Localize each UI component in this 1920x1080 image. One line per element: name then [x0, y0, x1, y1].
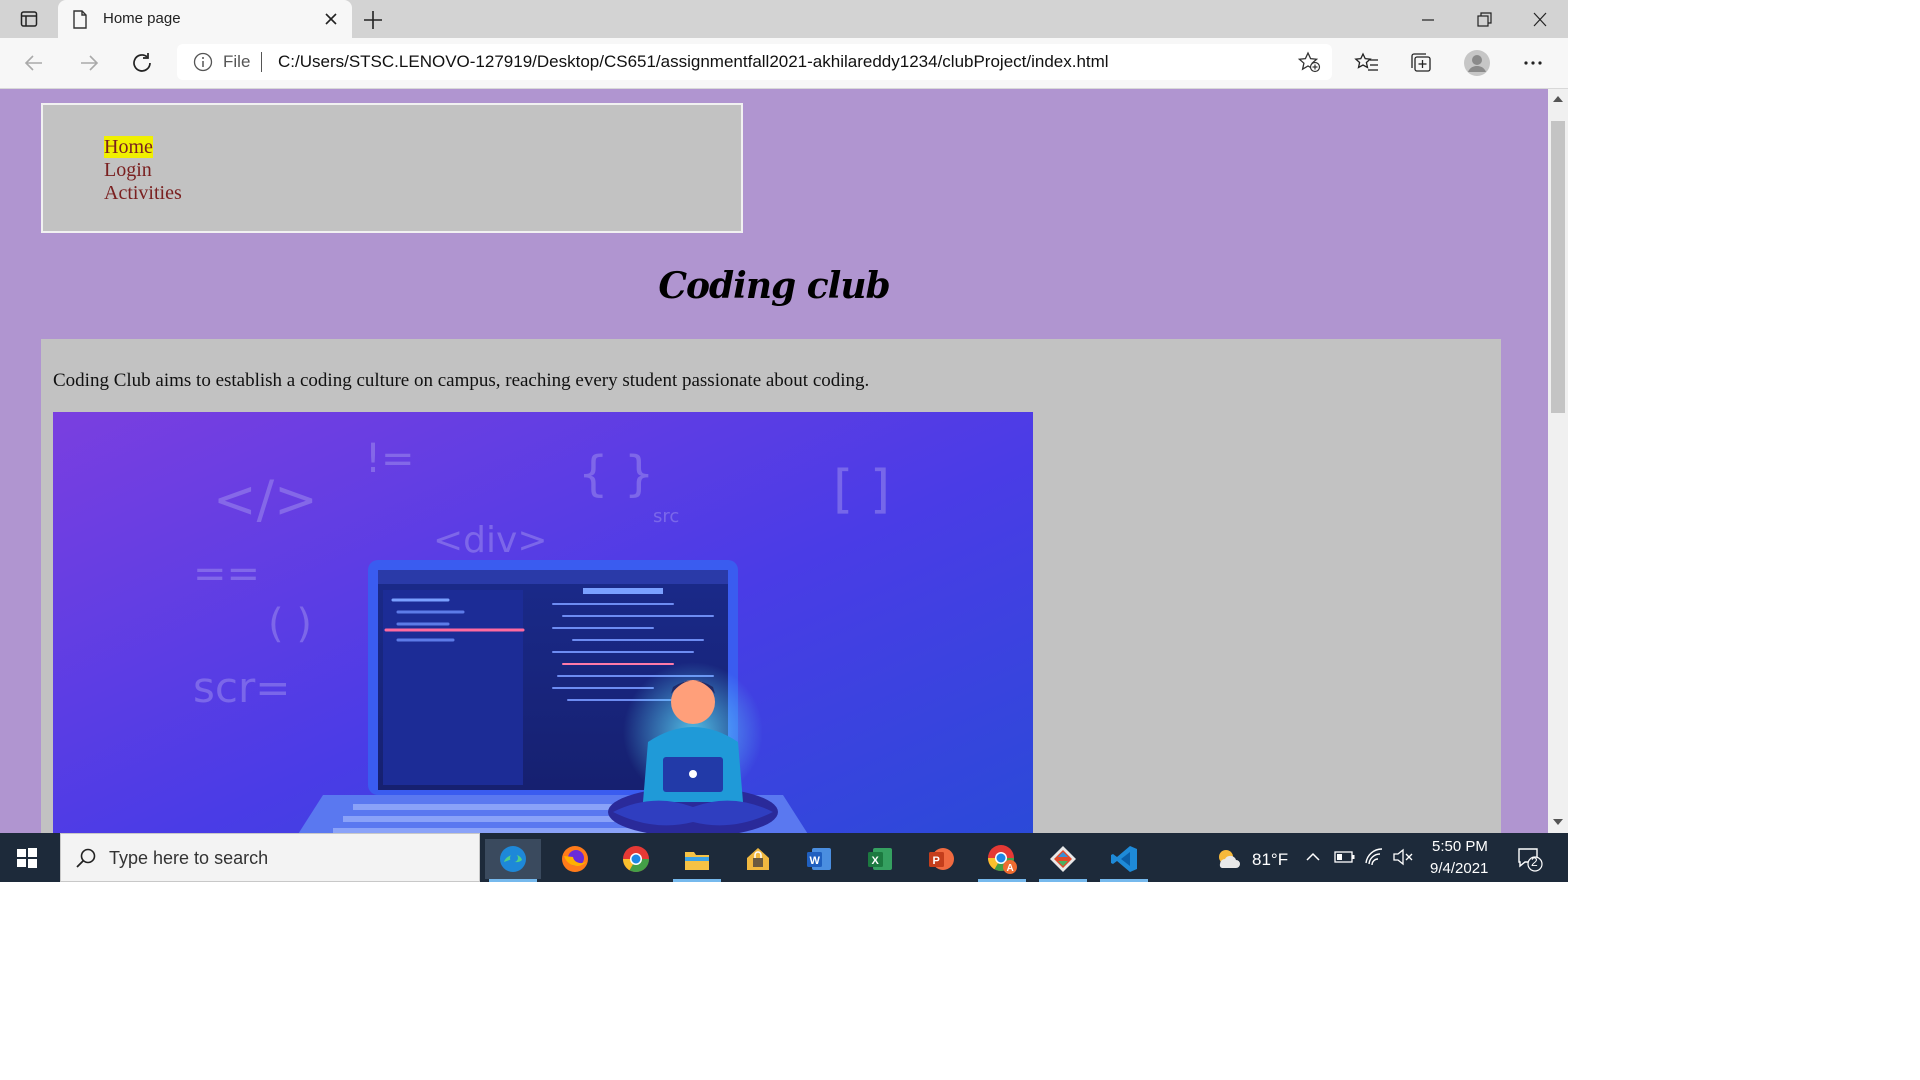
- scroll-down-icon[interactable]: [1552, 817, 1564, 827]
- minimize-icon[interactable]: [1416, 10, 1440, 30]
- firefox-icon: [562, 846, 588, 872]
- code-symbol: [ ]: [833, 460, 890, 520]
- svg-text:A: A: [1007, 863, 1014, 874]
- vscode-icon: [1111, 846, 1137, 872]
- powerpoint-icon: P: [929, 848, 954, 870]
- intro-text: Coding Club aims to establish a coding c…: [53, 370, 870, 391]
- excel-icon: X: [868, 848, 892, 870]
- browser-toolbar: File C:/Users/STSC.LENOVO-127919/Desktop…: [0, 38, 1568, 89]
- nav-link-login[interactable]: Login: [104, 159, 152, 181]
- browser-tab-strip: Home page: [0, 0, 1568, 38]
- edge-icon: [500, 846, 526, 872]
- scrollbar-thumb[interactable]: [1551, 121, 1565, 413]
- wifi-icon[interactable]: [1364, 847, 1386, 867]
- restore-icon[interactable]: [1472, 10, 1496, 30]
- code-symbol: <div>: [433, 520, 548, 561]
- taskbar-app-powerpoint[interactable]: P: [913, 839, 969, 879]
- profile-avatar-icon[interactable]: [1463, 49, 1491, 77]
- tab-actions-button[interactable]: [10, 6, 48, 32]
- close-window-icon[interactable]: [1528, 10, 1552, 30]
- collections-icon[interactable]: [1408, 51, 1434, 75]
- lock-app-icon: [747, 848, 769, 870]
- nav-link-activities[interactable]: Activities: [104, 182, 182, 204]
- running-indicator: [673, 879, 721, 882]
- taskbar-app-word[interactable]: W: [791, 839, 847, 879]
- taskbar-app-lock[interactable]: [730, 839, 786, 879]
- chrome-icon: [622, 846, 650, 873]
- taskbar-app-file-explorer[interactable]: [669, 839, 725, 882]
- taskbar-app-chrome-profile[interactable]: A: [974, 839, 1030, 882]
- windows-taskbar: Type here to search W X P A 81°F 5:50 PM…: [0, 833, 1568, 882]
- nav-item-login: Login: [104, 159, 182, 182]
- svg-text:W: W: [810, 855, 821, 867]
- word-icon: W: [807, 848, 831, 870]
- git-icon: [1050, 846, 1076, 872]
- page-title: Coding club: [658, 265, 890, 307]
- nav-link-home[interactable]: Home: [104, 136, 153, 158]
- refresh-icon[interactable]: [130, 51, 156, 75]
- hero-image: </> != { } <div> == [ ] scr= src ( ): [53, 412, 1033, 833]
- page-scrollbar[interactable]: [1548, 89, 1568, 833]
- windows-start-icon[interactable]: [16, 847, 38, 869]
- search-icon: [76, 848, 96, 868]
- svg-text:P: P: [933, 855, 940, 867]
- tab-title: Home page: [103, 10, 181, 27]
- nav-item-home: Home: [104, 136, 182, 159]
- close-tab-icon[interactable]: [322, 10, 340, 28]
- new-tab-icon[interactable]: [362, 9, 384, 31]
- more-options-icon[interactable]: [1520, 51, 1546, 75]
- url-text[interactable]: C:/Users/STSC.LENOVO-127919/Desktop/CS65…: [278, 52, 1109, 72]
- code-symbol: !=: [365, 436, 415, 482]
- running-indicator: [978, 879, 1026, 882]
- address-bar[interactable]: File C:/Users/STSC.LENOVO-127919/Desktop…: [177, 44, 1332, 80]
- taskbar-search-box[interactable]: Type here to search: [60, 833, 480, 882]
- svg-text:X: X: [872, 855, 880, 867]
- chevron-up-icon[interactable]: [1305, 850, 1321, 864]
- running-indicator: [1039, 879, 1087, 882]
- tab-actions-icon: [20, 11, 38, 27]
- code-symbol: </>: [213, 470, 318, 530]
- nav-item-activities: Activities: [104, 182, 182, 205]
- active-indicator: [489, 879, 537, 882]
- page-icon: [73, 10, 87, 29]
- battery-icon[interactable]: [1334, 850, 1356, 864]
- clock-time[interactable]: 5:50 PM: [1432, 838, 1488, 855]
- volume-muted-icon[interactable]: [1392, 847, 1414, 867]
- code-symbol: scr=: [193, 663, 290, 712]
- info-icon[interactable]: [193, 52, 213, 72]
- code-symbol: ==: [193, 551, 260, 597]
- back-icon[interactable]: [22, 51, 48, 75]
- code-symbol: { }: [578, 446, 654, 502]
- content-panel: Coding Club aims to establish a coding c…: [41, 339, 1501, 833]
- code-symbol: src: [653, 506, 679, 527]
- code-symbol: ( ): [268, 601, 312, 647]
- coding-illustration: </> != { } <div> == [ ] scr= src ( ): [53, 412, 1033, 833]
- chrome-profile-icon: A: [987, 845, 1017, 874]
- scroll-up-icon[interactable]: [1552, 94, 1564, 104]
- add-favorite-icon[interactable]: [1297, 51, 1321, 73]
- address-scheme-label: File: [223, 52, 251, 71]
- taskbar-app-chrome[interactable]: [608, 839, 664, 879]
- nav-list: Home Login Activities: [104, 136, 182, 205]
- taskbar-app-vscode[interactable]: [1096, 839, 1152, 882]
- taskbar-app-git[interactable]: [1035, 839, 1091, 882]
- search-placeholder: Type here to search: [109, 848, 269, 868]
- notification-count: 2: [1531, 855, 1538, 869]
- favorites-icon[interactable]: [1354, 51, 1380, 75]
- site-nav: Home Login Activities: [41, 103, 743, 233]
- notifications-icon[interactable]: [1516, 845, 1544, 873]
- weather-partly-sunny-icon[interactable]: [1214, 844, 1242, 872]
- running-indicator: [1100, 879, 1148, 882]
- address-separator: [261, 52, 262, 72]
- taskbar-app-firefox[interactable]: [547, 839, 603, 879]
- browser-tab[interactable]: Home page: [58, 0, 352, 38]
- weather-temperature[interactable]: 81°F: [1252, 850, 1288, 870]
- page-viewport: Home Login Activities Coding club Coding…: [0, 89, 1548, 833]
- taskbar-app-edge[interactable]: [485, 839, 541, 882]
- clock-date[interactable]: 9/4/2021: [1430, 860, 1488, 877]
- forward-icon[interactable]: [76, 51, 102, 75]
- taskbar-app-excel[interactable]: X: [852, 839, 908, 879]
- file-explorer-icon: [685, 852, 709, 870]
